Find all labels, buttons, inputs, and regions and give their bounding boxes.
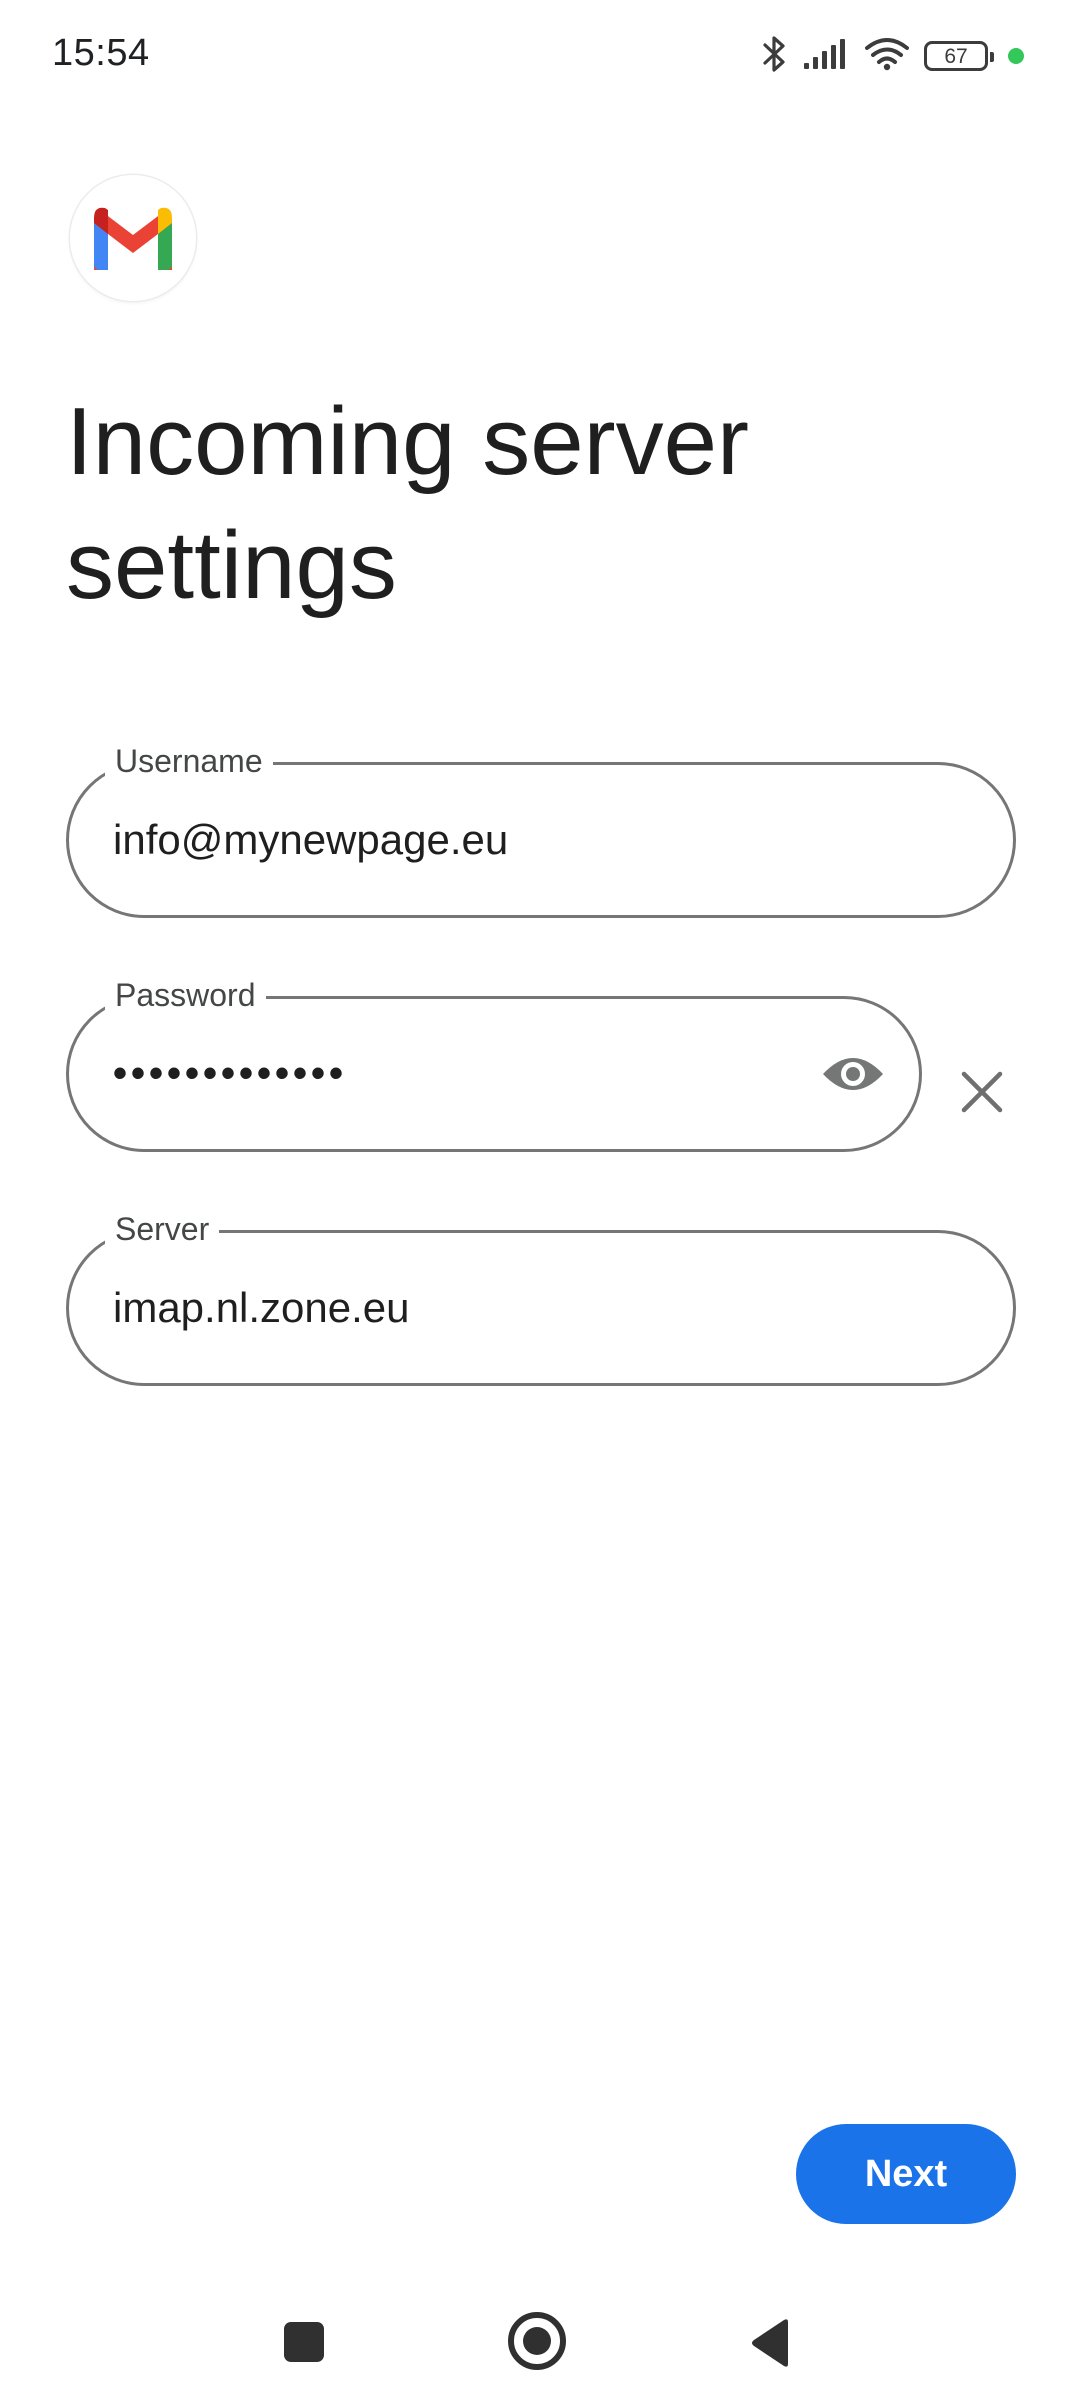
- back-icon[interactable]: [748, 2318, 792, 2368]
- password-input[interactable]: [113, 1051, 799, 1097]
- battery-level: 67: [944, 44, 968, 68]
- screen: 15:54 67 Incoming server settings Userna…: [0, 0, 1080, 2400]
- navigation-bar: [0, 2290, 1080, 2400]
- password-field[interactable]: Password: [66, 975, 922, 1152]
- password-label: Password: [105, 975, 266, 1015]
- home-icon-dot: [523, 2327, 551, 2355]
- wifi-icon: [864, 37, 910, 76]
- show-password-button[interactable]: [817, 1038, 889, 1110]
- status-bar: 15:54 67: [0, 0, 1080, 110]
- username-field[interactable]: Username: [66, 741, 1016, 918]
- server-label: Server: [105, 1209, 220, 1249]
- recents-icon[interactable]: [284, 2322, 324, 2362]
- clear-password-button[interactable]: [950, 1060, 1014, 1124]
- privacy-dot: [1008, 48, 1024, 64]
- eye-icon: [823, 1058, 883, 1090]
- signal-icon: [802, 38, 850, 75]
- username-label: Username: [105, 741, 273, 781]
- server-field[interactable]: Server: [66, 1209, 1016, 1386]
- gmail-logo: [70, 175, 196, 301]
- status-time: 15:54: [52, 32, 150, 74]
- close-icon: [961, 1071, 1003, 1113]
- bluetooth-icon: [762, 34, 788, 79]
- page-title: Incoming server settings: [66, 388, 749, 619]
- next-button[interactable]: Next: [796, 2124, 1016, 2224]
- username-input[interactable]: [113, 816, 893, 864]
- status-icons: 67: [748, 34, 1024, 78]
- server-input[interactable]: [113, 1284, 893, 1332]
- home-icon[interactable]: [508, 2312, 566, 2370]
- battery-icon: 67: [924, 41, 994, 71]
